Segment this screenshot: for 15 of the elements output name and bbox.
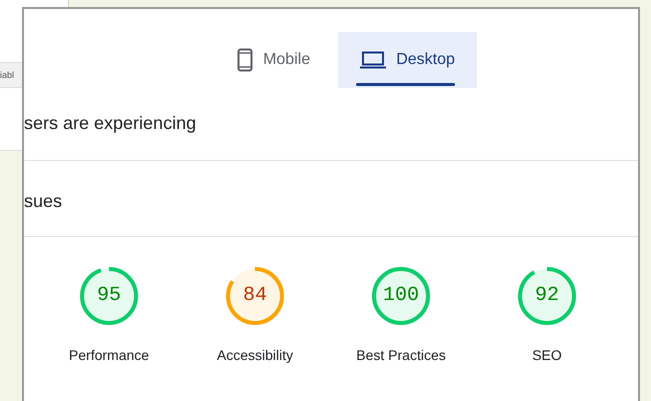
score: 100 <box>382 286 419 306</box>
category-label: Performance <box>68 347 150 363</box>
score: 84 <box>242 286 267 306</box>
category-label: Accessibility <box>216 347 294 363</box>
score: 95 <box>96 286 121 306</box>
section-heading: sues <box>24 191 62 211</box>
tab[interactable]: Mobile <box>215 32 332 88</box>
category-label: Best Practices <box>356 347 446 363</box>
score: 92 <box>534 286 559 306</box>
tab[interactable]: Desktop <box>338 32 477 88</box>
laptop-icon <box>360 51 386 69</box>
section-heading: sers are experiencing <box>24 113 196 133</box>
phone-icon <box>237 48 254 72</box>
window-text: iabl <box>0 70 14 80</box>
category-label: SEO <box>532 347 562 363</box>
